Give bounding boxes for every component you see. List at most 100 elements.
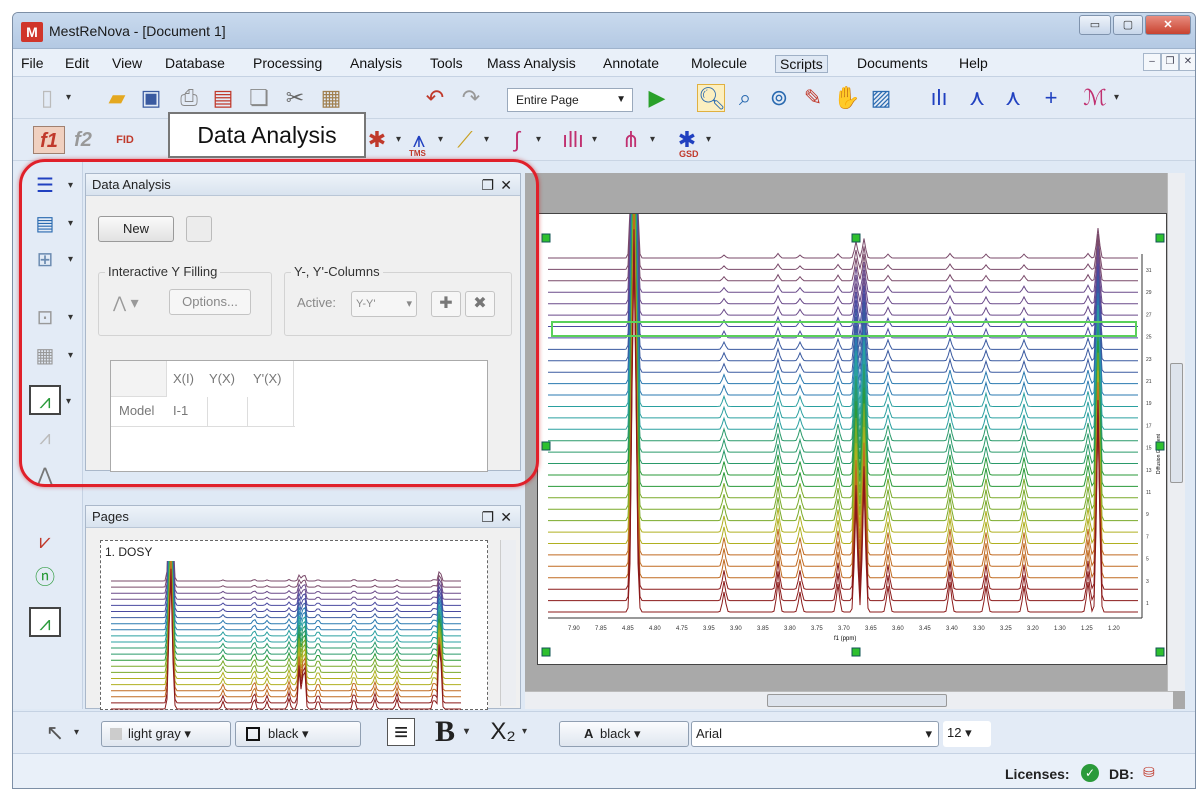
resize-handle[interactable] [1155, 441, 1165, 451]
page-select-dropdown[interactable]: Entire Page ▼ [507, 88, 633, 112]
f2-button[interactable]: f2 [69, 126, 97, 154]
pages-scrollbar[interactable] [500, 540, 516, 706]
float-icon[interactable]: ❐ [481, 174, 494, 196]
font-select[interactable]: Arial ▾ [691, 721, 939, 747]
f1-button[interactable]: f1 [33, 126, 65, 154]
crosshair-icon[interactable]: + [1037, 84, 1065, 112]
add-column-icon[interactable]: ✚ [431, 291, 461, 317]
options-button[interactable]: Options... [169, 289, 251, 315]
fid-button[interactable]: FID [111, 126, 139, 154]
maximize-button[interactable]: ▢ [1113, 15, 1143, 35]
fill-color-select[interactable]: light gray ▾ [101, 721, 231, 747]
subscript-icon[interactable]: X₂ [489, 718, 527, 746]
list-icon[interactable]: ☰ [29, 171, 73, 201]
export-pdf-icon[interactable]: ▤ [209, 84, 237, 112]
menu-edit[interactable]: Edit [65, 55, 89, 71]
multiplet-icon[interactable]: ℳ [1081, 84, 1119, 112]
layout-icon[interactable]: ▤ [29, 209, 73, 239]
resize-handle[interactable] [1155, 647, 1165, 657]
open-folder-icon[interactable]: ▰ [103, 84, 131, 112]
mdi-restore-icon[interactable]: ❐ [1161, 53, 1179, 71]
mdi-close-icon[interactable]: ✕ [1179, 53, 1195, 71]
check-icon[interactable]: ✓ [1081, 764, 1099, 782]
menu-file[interactable]: File [21, 55, 44, 71]
resize-handle[interactable] [851, 233, 861, 243]
paste-icon[interactable]: ▦ [317, 84, 345, 112]
table-icon[interactable]: ▦ [29, 341, 73, 371]
menu-help[interactable]: Help [959, 55, 988, 71]
new-button[interactable]: New [98, 216, 174, 242]
resize-handle[interactable] [1155, 233, 1165, 243]
zoom-out-icon[interactable]: ⌕ [731, 84, 759, 112]
menu-scripts[interactable]: Scripts [775, 55, 828, 73]
close-icon[interactable]: ✕ [500, 174, 512, 196]
integration-icon[interactable]: ∫ [503, 126, 541, 154]
new-document-icon[interactable]: ▯ [33, 84, 71, 112]
copy-table-icon[interactable] [186, 216, 212, 242]
play-icon[interactable]: ▶ [643, 84, 671, 112]
cut-icon[interactable]: ✂ [281, 84, 309, 112]
menu-molecule[interactable]: Molecule [691, 55, 747, 71]
fit-curve-icon[interactable]: ⩗ [29, 527, 61, 557]
close-button[interactable]: ✕ [1145, 15, 1191, 35]
peak-picking-icon[interactable]: ıllı [559, 126, 597, 154]
page-thumbnail[interactable]: 1. DOSY [100, 540, 488, 710]
menu-tools[interactable]: Tools [430, 55, 463, 71]
active-column-select[interactable]: Y-Y' ▾ [351, 291, 417, 317]
copy-icon[interactable]: ❏ [245, 84, 273, 112]
table-cell[interactable]: I-1 [173, 403, 188, 418]
line-color-select[interactable]: black ▾ [235, 721, 361, 747]
baseline-icon[interactable]: ⟋ [451, 126, 489, 154]
arrayed-icon[interactable]: ⓝ [29, 563, 61, 593]
remove-column-icon[interactable]: ✖ [465, 291, 495, 317]
select-region-icon[interactable]: ⊡ [29, 303, 73, 333]
redo-icon[interactable]: ↷ [457, 84, 485, 112]
resize-handle[interactable] [541, 647, 551, 657]
peak-icon[interactable]: ılı [925, 84, 953, 112]
menu-analysis[interactable]: Analysis [350, 55, 402, 71]
x-tick-label: 1.20 [1108, 626, 1120, 632]
resize-handle[interactable] [541, 441, 551, 451]
font-size-select[interactable]: 12 ▾ [943, 721, 991, 747]
peak-view-icon[interactable]: ⋀ [29, 461, 61, 491]
processing-icon[interactable]: ✱ [363, 126, 401, 154]
page-label: 1. DOSY [105, 545, 153, 559]
menu-documents[interactable]: Documents [857, 55, 928, 71]
fit-view-icon[interactable]: ▨ [867, 84, 895, 112]
menu-view[interactable]: View [112, 55, 142, 71]
menu-mass-analysis[interactable]: Mass Analysis [487, 55, 576, 71]
fill-mode-icon[interactable]: ⋀ ▾ [113, 293, 139, 313]
menu-database[interactable]: Database [165, 55, 225, 71]
mdi-minimize-icon[interactable]: – [1143, 53, 1161, 71]
table-header: X(I) [173, 371, 194, 386]
stack-icon[interactable]: ⩘ [29, 423, 61, 453]
zoom-fit-icon[interactable]: ⊚ [765, 84, 793, 112]
bold-icon[interactable]: B [431, 717, 469, 747]
dosy-icon[interactable]: ⩘ [29, 607, 61, 637]
align-icon[interactable]: ≡ [387, 718, 415, 746]
minimize-button[interactable]: ▭ [1079, 15, 1111, 35]
pan-icon[interactable]: ✋ [833, 84, 861, 112]
zoom-icon[interactable]: 🔍︎ [697, 84, 726, 112]
spectrum-page[interactable]: 7.90 7.85 4.85 4.80 4.75 3.95 3.90 3.85 3.80 3.75… [537, 13, 1167, 665]
save-icon[interactable]: ▣ [137, 84, 165, 112]
menu-processing[interactable]: Processing [253, 55, 322, 71]
font-color-select[interactable]: Ablack ▾ [559, 721, 689, 747]
undo-icon[interactable]: ↶ [421, 84, 449, 112]
horizontal-scrollbar[interactable] [525, 691, 1173, 709]
database-icon[interactable]: ⛁ [1143, 764, 1155, 781]
peak-add-icon[interactable]: ⋏ [963, 84, 991, 112]
resize-handle[interactable] [541, 233, 551, 243]
peak-remove-icon[interactable]: ⋏ [999, 84, 1027, 112]
print-icon[interactable]: ⎙ [175, 84, 203, 112]
close-icon[interactable]: ✕ [500, 506, 512, 528]
vertical-scrollbar[interactable] [1167, 173, 1185, 691]
pick-icon[interactable]: ✎ [799, 84, 827, 112]
menu-annotate[interactable]: Annotate [603, 55, 659, 71]
resize-handle[interactable] [851, 647, 861, 657]
float-icon[interactable]: ❐ [481, 506, 494, 528]
data-analysis-icon[interactable]: ⩘ [29, 385, 71, 417]
pointer-icon[interactable]: ↖ [41, 719, 79, 747]
multiplet-analysis-icon[interactable]: ⋔ [617, 126, 655, 154]
grid-icon[interactable]: ⊞ [29, 245, 73, 275]
